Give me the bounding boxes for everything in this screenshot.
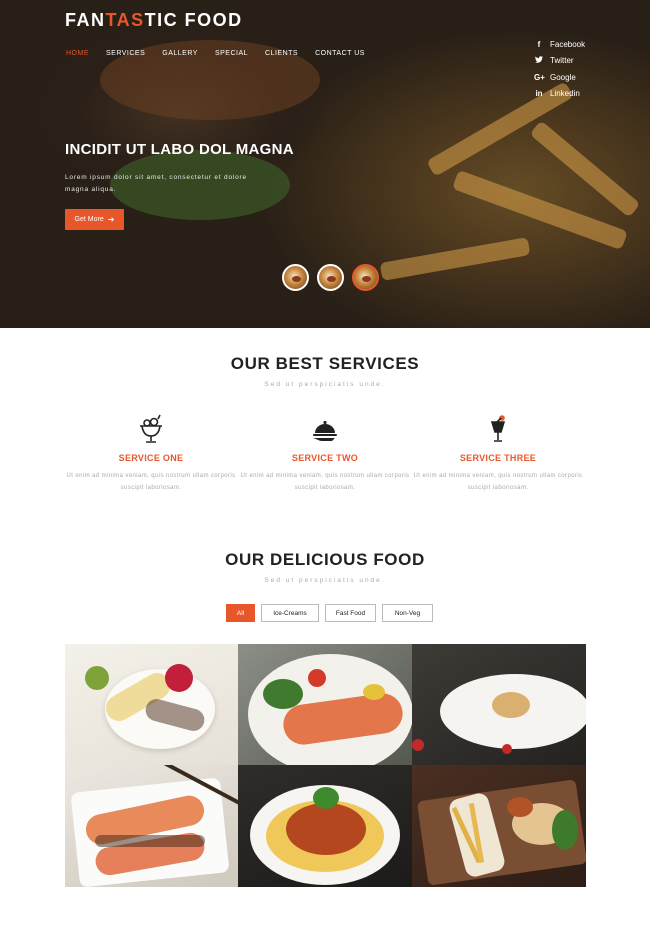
nav-item-clients[interactable]: CLIENTS xyxy=(265,50,298,57)
food-title: OUR DELICIOUS FOOD xyxy=(225,550,425,569)
logo-part-2: TIC FOOD xyxy=(144,10,243,30)
facebook-icon: f xyxy=(537,39,541,49)
service-name: SERVICE TWO xyxy=(291,453,359,463)
filter-ice-creams[interactable]: Ice-Creams xyxy=(261,604,319,622)
hero-banner: FANTASTIC FOOD HOME SERVICES GALLERY SPE… xyxy=(0,0,650,328)
nav-item-services[interactable]: SERVICES xyxy=(106,50,145,57)
filter-all[interactable]: All xyxy=(226,604,255,622)
service-card-one: SERVICE ONE Ut enim ad minima veniam, qu… xyxy=(66,414,236,494)
slide-thumb-3[interactable] xyxy=(352,264,379,291)
gallery-item-gourmet-dessert[interactable] xyxy=(412,644,586,765)
slide-thumb-1[interactable] xyxy=(282,264,309,291)
services-title: OUR BEST SERVICES xyxy=(230,354,420,373)
nav-item-gallery[interactable]: GALLERY xyxy=(162,50,198,57)
serving-cloche-icon xyxy=(310,414,340,444)
cocktail-glass-icon xyxy=(483,414,513,444)
social-links: f Facebook Twitter G+ Google in Linkedin xyxy=(534,36,585,102)
food-filter-bar: All Ice-Creams Fast Food Non-Veg xyxy=(226,604,433,622)
service-desc: Ut enim ad minima veniam, quis nostrum u… xyxy=(66,473,236,491)
gallery-item-spaghetti[interactable] xyxy=(238,765,412,887)
nav-item-home[interactable]: HOME xyxy=(66,50,89,57)
social-label: Google xyxy=(550,72,576,82)
social-label: Twitter xyxy=(550,56,574,66)
hero-title: INCIDIT UT LABO DOL MAGNA xyxy=(65,141,294,158)
filter-non-veg[interactable]: Non-Veg xyxy=(382,604,433,622)
service-name: SERVICE ONE xyxy=(118,453,184,463)
gallery-item-banana-split[interactable] xyxy=(65,644,238,765)
gallery-item-fries-chicken[interactable] xyxy=(412,765,586,887)
main-nav: HOME SERVICES GALLERY SPECIAL CLIENTS CO… xyxy=(66,50,382,57)
ice-cream-sundae-icon xyxy=(136,414,166,444)
social-label: Facebook xyxy=(550,39,586,49)
service-card-two: SERVICE TWO Ut enim ad minima veniam, qu… xyxy=(240,414,410,494)
slide-thumb-2[interactable] xyxy=(317,264,344,291)
logo-part-accent: TAS xyxy=(105,10,145,30)
twitter-icon xyxy=(534,56,544,65)
google-plus-icon: G+ xyxy=(534,72,545,82)
arrow-right-icon: ➜ xyxy=(107,215,115,224)
food-gallery xyxy=(65,644,586,887)
service-desc: Ut enim ad minima veniam, quis nostrum u… xyxy=(240,473,410,491)
get-more-label: Get More xyxy=(74,216,104,223)
site-logo[interactable]: FANTASTIC FOOD xyxy=(65,10,243,31)
slider-pagination xyxy=(282,264,379,291)
nav-item-contact[interactable]: CONTACT US xyxy=(315,50,365,57)
service-name: SERVICE THREE xyxy=(459,453,537,463)
social-link-linkedin[interactable]: in Linkedin xyxy=(534,86,585,103)
logo-part-1: FAN xyxy=(65,10,106,30)
linkedin-icon: in xyxy=(535,89,543,99)
social-link-facebook[interactable]: f Facebook xyxy=(534,36,585,53)
social-link-google[interactable]: G+ Google xyxy=(534,69,585,86)
social-link-twitter[interactable]: Twitter xyxy=(534,53,585,70)
hero-text: Lorem ipsum dolor sit amet, consectetur … xyxy=(65,174,247,193)
gallery-item-salmon-chopsticks[interactable] xyxy=(65,765,238,887)
service-desc: Ut enim ad minima veniam, quis nostrum u… xyxy=(413,473,583,491)
social-label: Linkedin xyxy=(550,89,580,99)
food-subtitle: Sed ut perspiciatis unde. xyxy=(264,577,386,584)
filter-fast-food[interactable]: Fast Food xyxy=(325,604,376,622)
gallery-item-grilled-salmon[interactable] xyxy=(238,644,412,765)
service-card-three: SERVICE THREE Ut enim ad minima veniam, … xyxy=(413,414,583,494)
nav-item-special[interactable]: SPECIAL xyxy=(215,50,248,57)
get-more-button[interactable]: Get More ➜ xyxy=(65,209,124,230)
services-subtitle: Sed ut perspiciatis unde. xyxy=(264,381,386,388)
